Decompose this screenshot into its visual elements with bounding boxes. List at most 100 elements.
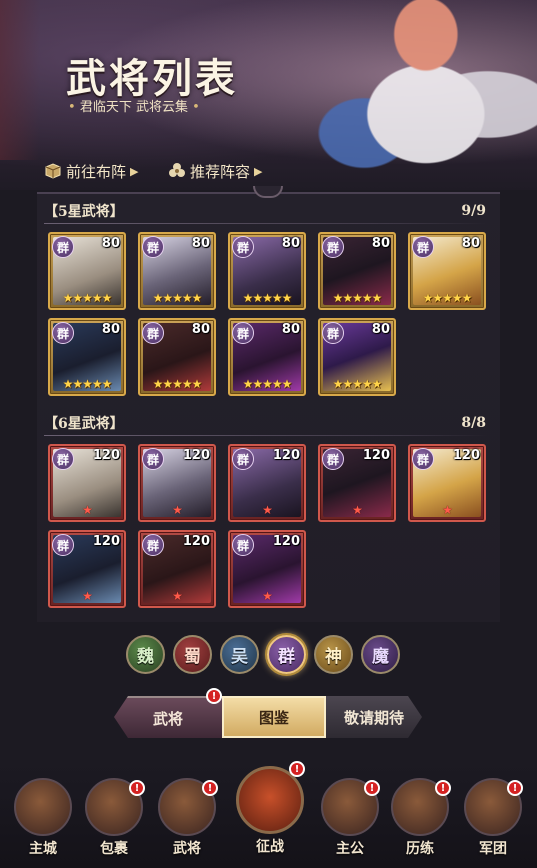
star-rating: ★	[172, 503, 183, 517]
faction-filter-mo[interactable]: 魔	[361, 634, 400, 674]
hero-card[interactable]: 群 120 ★	[138, 444, 216, 522]
star-rating: ★	[262, 503, 273, 517]
subtitle-left: 君临天下	[79, 100, 132, 115]
clover-icon	[169, 163, 185, 177]
nav-label: 征战	[256, 839, 284, 855]
section-title: 【5星武将】	[44, 204, 124, 220]
chevron-right-icon: ▶	[130, 164, 139, 178]
hero-level: 80	[281, 236, 300, 251]
nav-campaign[interactable]: 征战	[234, 766, 306, 856]
nav-main-city[interactable]: 主城	[11, 778, 75, 868]
faction-filter-shu[interactable]: 蜀	[173, 634, 212, 674]
hero-level: 120	[272, 534, 300, 549]
hero-level: 80	[101, 322, 120, 337]
star-rating: ★★★★★	[152, 291, 203, 305]
faction-badge: 群	[412, 236, 434, 258]
tab-codex[interactable]: 图鉴	[222, 696, 326, 738]
faction-filter-shen[interactable]: 神	[314, 634, 353, 674]
castle-icon	[14, 778, 72, 836]
chevron-right-icon: ▶	[254, 164, 263, 178]
faction-badge: 群	[52, 236, 74, 258]
hero-level: 120	[182, 534, 210, 549]
hero-level: 80	[191, 236, 210, 251]
go-formation-label: 前往布阵	[66, 162, 127, 181]
hero-card[interactable]: 群 80 ★★★★★	[48, 232, 126, 310]
star-rating: ★★★★★	[422, 291, 473, 305]
subtitle-right: 武将云集	[135, 100, 188, 115]
tab-coming-soon[interactable]: 敬请期待	[326, 696, 422, 738]
hero-card[interactable]: 群 80 ★★★★★	[228, 318, 306, 396]
hero-card[interactable]: 群 80 ★★★★★	[408, 232, 486, 310]
notification-badge: !	[435, 780, 451, 796]
recommend-lineup-button[interactable]: 推荐阵容 ▶	[168, 158, 262, 184]
faction-badge: 群	[142, 534, 164, 556]
hero-level: 80	[371, 322, 390, 337]
go-formation-button[interactable]: 前往布阵 ▶	[44, 158, 138, 184]
hero-card[interactable]: 群 80 ★★★★★	[138, 318, 216, 396]
faction-badge: 群	[142, 236, 164, 258]
hero-level: 120	[362, 448, 390, 463]
section-count: 8/8	[461, 415, 486, 431]
section-count: 9/9	[461, 203, 486, 219]
hero-card[interactable]: 群 80 ★★★★★	[318, 232, 396, 310]
divider	[44, 223, 488, 224]
tab-general[interactable]: 武将	[114, 696, 222, 738]
hero-level: 80	[461, 236, 480, 251]
hero-card[interactable]: 群 120 ★	[408, 444, 486, 522]
star-rating: ★★★★★	[62, 377, 113, 391]
star-rating: ★★★★★	[332, 291, 383, 305]
hero-card[interactable]: 群 120 ★	[228, 530, 306, 608]
hero-level: 120	[272, 448, 300, 463]
star-rating: ★	[172, 589, 183, 603]
tab-bar: 武将 图鉴 敬请期待	[114, 696, 422, 738]
star-rating: ★	[82, 589, 93, 603]
star-rating: ★	[82, 503, 93, 517]
hero-level: 120	[182, 448, 210, 463]
notification-badge: !	[507, 780, 523, 796]
header-banner: 武将列表 • 君临天下 武将云集 • 前往布阵 ▶ 推荐阵容 ▶	[0, 0, 537, 190]
hero-level: 80	[191, 322, 210, 337]
hero-card[interactable]: 群 120 ★	[318, 444, 396, 522]
page-subtitle: • 君临天下 武将云集 •	[68, 100, 200, 115]
star-rating: ★	[442, 503, 453, 517]
section-title: 【6星武将】	[44, 416, 124, 432]
faction-filter-wu[interactable]: 吴	[220, 634, 259, 674]
tab-coming-label: 敬请期待	[343, 708, 404, 727]
tab-codex-label: 图鉴	[258, 708, 289, 727]
faction-filter-wei[interactable]: 魏	[126, 634, 165, 674]
hero-level: 120	[92, 534, 120, 549]
faction-badge: 群	[52, 448, 74, 470]
hero-card[interactable]: 群 80 ★★★★★	[318, 318, 396, 396]
divider	[44, 435, 488, 436]
faction-badge: 群	[142, 322, 164, 344]
tab-general-label: 武将	[152, 709, 183, 728]
faction-badge: 群	[52, 322, 74, 344]
faction-badge: 群	[142, 448, 164, 470]
hero-illustration	[290, 0, 537, 190]
section-header-5star: 【5星武将】 9/9	[44, 200, 488, 222]
nav-label: 历练	[406, 841, 434, 857]
star-rating: ★★★★★	[242, 291, 293, 305]
faction-filter-qun[interactable]: 群	[267, 634, 306, 674]
faction-badge: 群	[232, 236, 254, 258]
faction-badge: 群	[52, 534, 74, 556]
hero-card[interactable]: 群 80 ★★★★★	[228, 232, 306, 310]
faction-filter-bar: 魏 蜀 吴 群 神 魔	[126, 634, 411, 674]
faction-badge: 群	[322, 322, 344, 344]
hero-card[interactable]: 群 80 ★★★★★	[48, 318, 126, 396]
hero-card[interactable]: 群 120 ★	[48, 530, 126, 608]
box-icon	[45, 163, 61, 179]
hero-card[interactable]: 群 80 ★★★★★	[138, 232, 216, 310]
star-rating: ★★★★★	[62, 291, 113, 305]
notification-badge: !	[206, 688, 222, 704]
hero-level: 80	[101, 236, 120, 251]
star-rating: ★	[352, 503, 363, 517]
section-header-6star: 【6星武将】 8/8	[44, 412, 488, 434]
nav-label: 军团	[479, 841, 507, 857]
notification-badge: !	[129, 780, 145, 796]
faction-badge: 群	[232, 534, 254, 556]
hero-card[interactable]: 群 120 ★	[138, 530, 216, 608]
hero-card[interactable]: 群 120 ★	[228, 444, 306, 522]
game-screen: 武将列表 • 君临天下 武将云集 • 前往布阵 ▶ 推荐阵容 ▶ 【5星武将】 …	[0, 0, 537, 868]
hero-card[interactable]: 群 120 ★	[48, 444, 126, 522]
